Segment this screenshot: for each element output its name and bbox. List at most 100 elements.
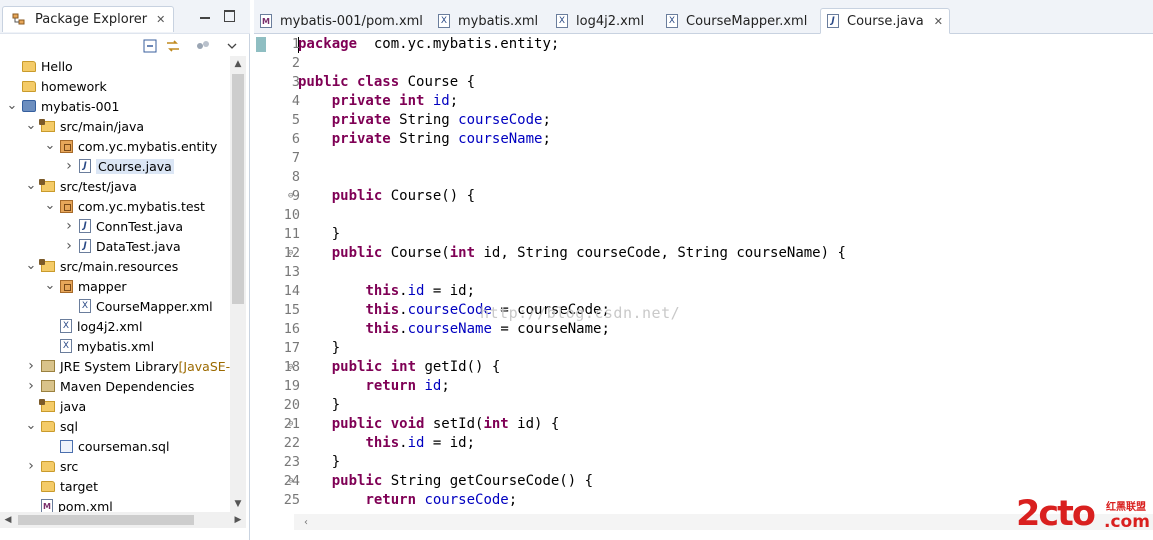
- expand-chevron-right-icon[interactable]: [25, 380, 37, 392]
- tree-item[interactable]: Xmybatis.xml: [44, 336, 154, 356]
- scroll-left-icon[interactable]: ◀: [0, 512, 16, 528]
- keyword-token: private: [331, 112, 391, 128]
- view-menu-filter-icon[interactable]: [195, 38, 211, 54]
- package-icon: [60, 139, 73, 153]
- scroll-down-icon[interactable]: ▼: [230, 496, 246, 512]
- code-editor[interactable]: 1 package com.yc.mybatis.entity; 2 3 public …: [254, 34, 1153, 514]
- expand-chevron-down-icon[interactable]: [25, 180, 37, 192]
- keyword-token: package: [298, 36, 358, 52]
- scroll-left-icon[interactable]: ‹: [298, 514, 314, 530]
- code-line: package com.yc.mybatis.entity;: [298, 35, 559, 54]
- editor-tab[interactable]: Mmybatis-001/pom.xml: [254, 8, 429, 34]
- package-explorer-tabbar: Package Explorer ✕: [0, 0, 250, 34]
- tree-item[interactable]: com.yc.mybatis.test: [44, 196, 205, 216]
- scroll-thumb[interactable]: [18, 515, 194, 525]
- fold-collapse-icon[interactable]: ⊖: [288, 415, 298, 434]
- tree-item[interactable]: Maven Dependencies: [25, 376, 194, 396]
- tree-item[interactable]: src: [25, 456, 78, 476]
- tree-vertical-scrollbar[interactable]: ▲ ▼: [230, 56, 246, 512]
- logo-cn-text: 红黑联盟: [1106, 502, 1146, 513]
- expand-chevron-right-icon[interactable]: [25, 460, 37, 472]
- tree-item[interactable]: J ConnTest.java: [63, 216, 183, 236]
- code-token: ;: [508, 492, 518, 508]
- tree-item[interactable]: J DataTest.java: [63, 236, 181, 256]
- code-token: setId(: [424, 416, 484, 432]
- editor-tab[interactable]: J Course.java ✕: [820, 8, 950, 34]
- tree-item[interactable]: Hello: [6, 56, 73, 76]
- tree-item[interactable]: Xlog4j2.xml: [44, 316, 142, 336]
- fold-collapse-icon[interactable]: ⊖: [288, 244, 298, 263]
- tree-item[interactable]: com.yc.mybatis.entity: [44, 136, 217, 156]
- code-line: public Course() {: [298, 187, 475, 206]
- expand-chevron-right-icon[interactable]: [25, 360, 37, 372]
- maximize-view-button[interactable]: [222, 9, 236, 23]
- expand-chevron-right-icon[interactable]: [63, 220, 75, 232]
- expand-chevron-right-icon[interactable]: [63, 240, 75, 252]
- code-line: public String getCourseCode() {: [298, 472, 593, 491]
- line-number: 14: [283, 283, 300, 299]
- expand-chevron-down-icon[interactable]: [44, 140, 56, 152]
- tree-item-label: src/main/java: [60, 118, 145, 134]
- watermark-text: http://blog.csdn.net/: [480, 304, 681, 322]
- tree-item[interactable]: X CourseMapper.xml: [63, 296, 213, 316]
- code-token: .: [399, 283, 408, 299]
- expand-chevron-down-icon[interactable]: [6, 100, 18, 112]
- tree-item[interactable]: JRE System Library [JavaSE-1: [25, 356, 230, 376]
- editor-tab-label: CourseMapper.xml: [686, 13, 808, 29]
- tree-item[interactable]: J Course.java: [63, 156, 174, 176]
- editor-tab[interactable]: Xlog4j2.xml: [550, 8, 650, 34]
- expand-chevron-down-icon[interactable]: [25, 420, 37, 432]
- tree-item[interactable]: mapper: [44, 276, 127, 296]
- close-icon[interactable]: ✕: [156, 13, 165, 26]
- line-number: 5: [291, 112, 300, 128]
- tree-item[interactable]: src/main.resources: [25, 256, 178, 276]
- keyword-token: private: [331, 131, 391, 147]
- field-token: id: [407, 435, 425, 451]
- code-line: this.id = id;: [298, 434, 475, 453]
- tree-item[interactable]: java: [25, 396, 86, 416]
- keyword-token: this: [365, 302, 400, 318]
- site-logo: 2cto 红黑联盟 .com: [1012, 494, 1152, 534]
- fold-collapse-icon[interactable]: ⊖: [288, 472, 298, 491]
- tree-item[interactable]: homework: [6, 76, 107, 96]
- view-menu-chevron-down-icon[interactable]: [224, 38, 240, 54]
- keyword-token: int: [483, 416, 509, 432]
- expand-chevron-down-icon[interactable]: [44, 280, 56, 292]
- code-token: Course {: [399, 74, 476, 90]
- tree-item[interactable]: Mpom.xml: [25, 496, 113, 512]
- fold-collapse-icon[interactable]: ⊖: [288, 358, 298, 377]
- editor-tab[interactable]: X CourseMapper.xml: [660, 8, 813, 34]
- tree-horizontal-scrollbar[interactable]: ◀ ▶: [0, 512, 246, 528]
- fold-collapse-icon[interactable]: ⊖: [288, 187, 298, 206]
- editor-tab-label: Course.java: [847, 13, 924, 29]
- package-explorer-view: Package Explorer ✕ Hello homework mybatis-…: [0, 0, 250, 540]
- scroll-right-icon[interactable]: ▶: [230, 512, 246, 528]
- minimize-view-button[interactable]: [198, 9, 212, 23]
- scroll-thumb[interactable]: [232, 74, 244, 304]
- tree-item[interactable]: mybatis-001: [6, 96, 119, 116]
- tree-item[interactable]: courseman.sql: [44, 436, 169, 456]
- change-marker: [256, 37, 266, 52]
- expand-chevron-down-icon[interactable]: [44, 200, 56, 212]
- collapse-all-icon[interactable]: [142, 38, 158, 54]
- package-explorer-tab[interactable]: Package Explorer ✕: [2, 6, 175, 32]
- link-with-editor-icon[interactable]: [165, 38, 181, 54]
- tree-item-label: Course.java: [96, 158, 174, 174]
- xml-file-icon: X: [438, 14, 450, 28]
- scroll-up-icon[interactable]: ▲: [230, 56, 246, 72]
- editor-tab[interactable]: Xmybatis.xml: [432, 8, 544, 34]
- expand-chevron-down-icon[interactable]: [25, 120, 37, 132]
- tree-item[interactable]: src/test/java: [25, 176, 137, 196]
- tree-item[interactable]: target: [25, 476, 98, 496]
- folder-icon: [22, 60, 36, 72]
- tree-item[interactable]: src/main/java: [25, 116, 144, 136]
- close-icon[interactable]: ✕: [934, 15, 943, 28]
- expand-chevron-down-icon[interactable]: [25, 260, 37, 272]
- expand-chevron-right-icon[interactable]: [63, 160, 75, 172]
- tree-item[interactable]: sql: [25, 416, 78, 436]
